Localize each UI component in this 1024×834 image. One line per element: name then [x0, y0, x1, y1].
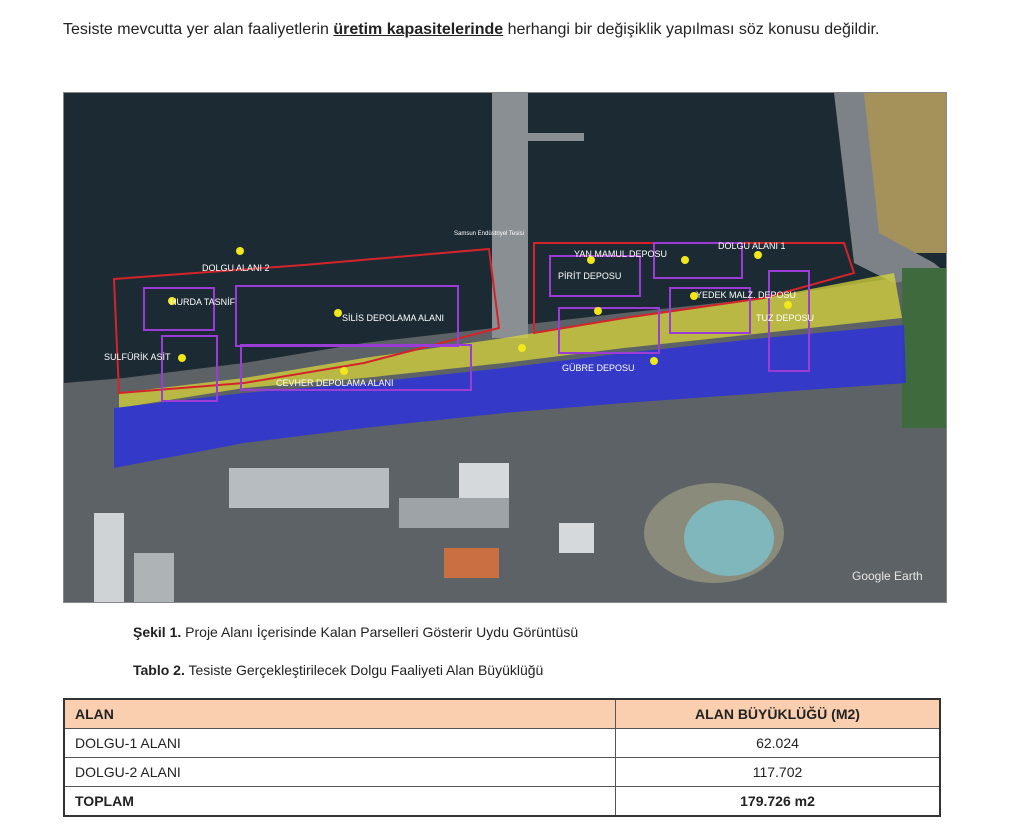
label-cevher: CEVHER DEPOLAMA ALANI: [276, 378, 394, 388]
column-header-buyukluk: ALAN BÜYÜKLÜĞÜ (M2): [615, 698, 941, 729]
table-row: DOLGU-2 ALANI 117.702: [63, 757, 941, 787]
figure-caption-prefix: Şekil 1.: [133, 624, 182, 640]
building: [134, 553, 174, 602]
row-value: 117.702: [615, 757, 941, 787]
label-yedek: YEDEK MALZ. DEPOSU: [696, 290, 796, 300]
label-pirit: PİRİT DEPOSU: [558, 271, 621, 281]
total-value: 179.726 m2: [615, 786, 941, 817]
label-tesis: Samsun Endüstriyel Tesisi: [454, 231, 524, 237]
table-row: DOLGU-1 ALANI 62.024: [63, 728, 941, 758]
row-name: DOLGU-1 ALANI: [63, 728, 616, 758]
pin-icon: [340, 367, 348, 375]
area-table: ALAN ALAN BÜYÜKLÜĞÜ (M2) DOLGU-1 ALANI 6…: [63, 698, 941, 817]
pond: [684, 500, 774, 576]
pin-icon: [518, 344, 526, 352]
satellite-map: DOLGU ALANI 2 HURDA TASNİF SİLİS DEPOLAM…: [64, 93, 946, 602]
table-total-row: TOPLAM 179.726 m2: [63, 786, 941, 817]
satellite-figure: DOLGU ALANI 2 HURDA TASNİF SİLİS DEPOLAM…: [63, 92, 947, 603]
figure-caption-text: Proje Alanı İçerisinde Kalan Parselleri …: [181, 624, 579, 640]
intro-text-end: herhangi bir değişiklik yapılması söz ko…: [503, 21, 880, 38]
pin-icon: [236, 247, 244, 255]
pin-icon: [784, 301, 792, 309]
label-gubre: GÜBRE DEPOSU: [562, 363, 635, 373]
total-label: TOPLAM: [63, 786, 616, 817]
pin-icon: [178, 354, 186, 362]
label-hurda: HURDA TASNİF: [170, 297, 236, 307]
building: [559, 523, 594, 553]
table-header-row: ALAN ALAN BÜYÜKLÜĞÜ (M2): [63, 698, 941, 729]
column-header-alan: ALAN: [63, 698, 616, 729]
label-tuz: TUZ DEPOSU: [756, 313, 814, 323]
label-silis: SİLİS DEPOLAMA ALANI: [342, 313, 444, 323]
intro-text-start: Tesiste mevcutta yer alan faaliyetlerin: [63, 21, 334, 38]
intro-emphasis: üretim kapasitelerinde: [333, 21, 504, 38]
building: [399, 498, 509, 528]
label-dolgu-1: DOLGU ALANI 1: [718, 241, 786, 251]
row-value: 62.024: [615, 728, 941, 758]
building: [229, 468, 389, 508]
label-yan-mamul: YAN MAMUL DEPOSU: [574, 249, 667, 259]
pin-icon: [681, 256, 689, 264]
building: [444, 548, 499, 578]
pin-icon: [754, 251, 762, 259]
pin-icon: [650, 357, 658, 365]
table-caption-prefix: Tablo 2.: [133, 662, 185, 678]
figure-caption: Şekil 1. Proje Alanı İçerisinde Kalan Pa…: [133, 624, 578, 640]
pier-arm: [514, 133, 584, 141]
pin-icon: [594, 307, 602, 315]
pin-icon: [334, 309, 342, 317]
green-patch: [902, 268, 946, 428]
table-caption-text: Tesiste Gerçekleştirilecek Dolgu Faaliye…: [184, 662, 544, 678]
watermark: Google Earth: [852, 569, 923, 583]
pier: [492, 93, 528, 338]
label-sulfurik: SULFÜRİK ASİT: [104, 352, 171, 362]
building: [94, 513, 124, 602]
row-name: DOLGU-2 ALANI: [63, 757, 616, 787]
table-caption: Tablo 2. Tesiste Gerçekleştirilecek Dolg…: [133, 662, 543, 678]
label-dolgu-2: DOLGU ALANI 2: [202, 263, 270, 273]
intro-paragraph: Tesiste mevcutta yer alan faaliyetlerin …: [63, 18, 943, 42]
